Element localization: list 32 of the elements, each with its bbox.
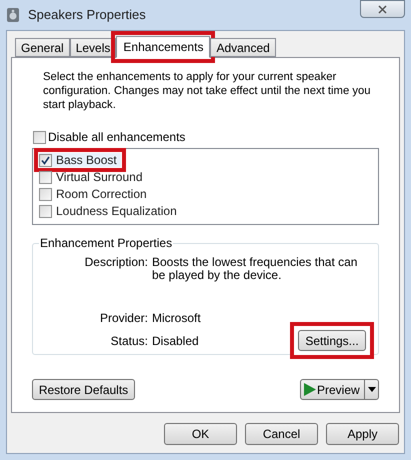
field-label: Description:: [84, 256, 148, 271]
checkbox[interactable]: [39, 170, 52, 184]
preview-button[interactable]: Preview: [300, 379, 379, 400]
field-label: Provider:: [98, 312, 148, 325]
checkbox[interactable]: [33, 130, 46, 144]
list-item[interactable]: Bass Boost: [39, 153, 121, 167]
restore-defaults-button[interactable]: Restore Defaults: [32, 379, 135, 400]
checkbox[interactable]: [39, 154, 52, 166]
tab[interactable]: General: [15, 38, 70, 57]
dropdown-arrow-icon: [368, 387, 376, 392]
list-item[interactable]: Virtual Surround: [39, 170, 146, 184]
settings-button[interactable]: Settings...: [298, 330, 366, 351]
close-button[interactable]: [360, 0, 405, 18]
field-value: Disabled: [152, 335, 199, 348]
dialog-button[interactable]: Cancel: [245, 423, 318, 445]
dialog-button[interactable]: OK: [164, 423, 237, 445]
field-value: Microsoft: [152, 312, 201, 325]
field-value: Boosts the lowest frequencies that can be played by the device.: [152, 256, 358, 282]
group-title: Enhancement Properties: [39, 236, 174, 250]
list-item[interactable]: Loudness Equalization: [39, 204, 181, 218]
checkbox-label: Disable all enhancements: [48, 129, 186, 146]
window-title: Speakers Properties: [28, 6, 146, 24]
checkbox[interactable]: [39, 188, 52, 200]
close-icon: [378, 4, 387, 14]
field-label: Status:: [110, 335, 148, 348]
dialog-button[interactable]: Apply: [326, 423, 399, 445]
speaker-icon: [6, 7, 20, 23]
tab[interactable]: Advanced: [210, 38, 276, 57]
instructions-text: Select the enhancements to apply for your current speaker configuration. Changes may not take effect until the next time you start playback.: [42, 70, 372, 112]
play-icon: [303, 383, 316, 396]
list-item[interactable]: Room Correction: [39, 187, 151, 201]
checkbox[interactable]: [39, 204, 52, 218]
